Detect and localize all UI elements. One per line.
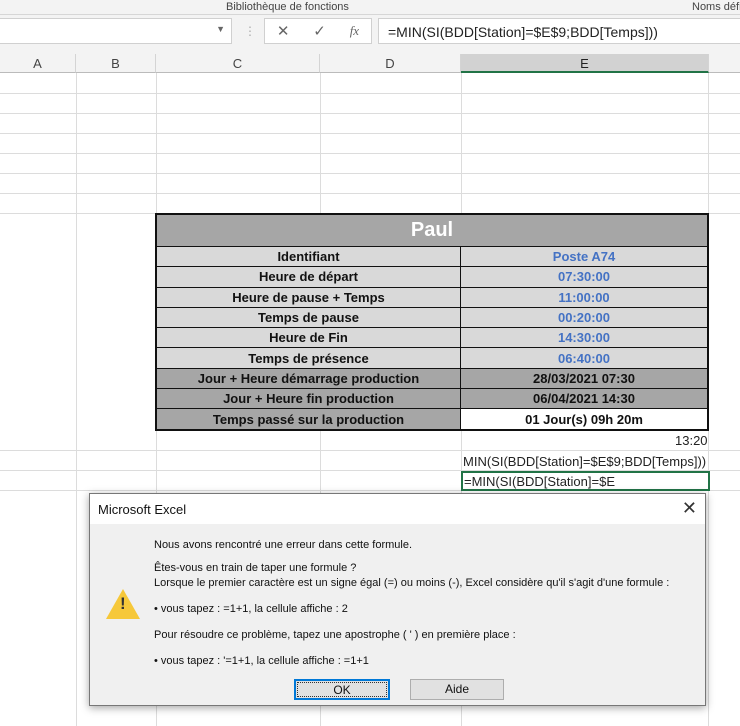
- table-row: Jour + Heure fin production 06/04/2021 14…: [157, 388, 707, 409]
- table-row: Jour + Heure démarrage production 28/03/2…: [157, 367, 707, 389]
- column-header-d[interactable]: D: [320, 54, 461, 73]
- column-header-e[interactable]: E: [461, 54, 709, 73]
- dialog-message: • vous tapez : =1+1, la cellule affiche …: [154, 603, 348, 615]
- close-icon[interactable]: ✕: [682, 498, 697, 519]
- dialog-message: Lorsque le premier caractère est un sign…: [154, 577, 670, 589]
- chevron-down-icon[interactable]: ▼: [216, 24, 225, 34]
- table-title: Paul: [157, 215, 707, 246]
- error-dialog: Microsoft Excel ✕ ! Nous avons rencontré…: [89, 493, 706, 706]
- enter-icon[interactable]: ✓: [313, 22, 326, 40]
- table-row: Identifiant Poste A74: [157, 246, 707, 267]
- table-row: Temps de présence 06:40:00: [157, 347, 707, 368]
- ok-button[interactable]: OK: [294, 679, 390, 700]
- column-header-b[interactable]: B: [76, 54, 156, 73]
- warning-icon: !: [106, 589, 140, 619]
- dialog-title: Microsoft Excel: [90, 494, 705, 524]
- column-header-c[interactable]: C: [156, 54, 320, 73]
- column-header-a[interactable]: A: [0, 54, 76, 73]
- table-row: Temps de pause 00:20:00: [157, 306, 707, 328]
- insert-function-icon[interactable]: fx: [350, 23, 359, 39]
- table-row: Heure de pause + Temps 11:00:00: [157, 286, 707, 307]
- formula-input[interactable]: =MIN(SI(BDD[Station]=$E$9;BDD[Temps])): [378, 18, 740, 44]
- dialog-message: • vous tapez : '=1+1, la cellule affiche…: [154, 655, 369, 667]
- column-header-f[interactable]: [709, 54, 740, 73]
- dialog-message: Êtes-vous en train de taper une formule …: [154, 562, 357, 574]
- cell-formula-text[interactable]: MIN(SI(BDD[Station]=$E$9;BDD[Temps])): [463, 454, 706, 469]
- summary-table: Paul Identifiant Poste A74 Heure de dépar…: [155, 213, 709, 431]
- cancel-icon[interactable]: ✕: [277, 22, 290, 40]
- ribbon-group-function-library: Bibliothèque de fonctions: [226, 1, 349, 13]
- name-box[interactable]: ▼: [0, 18, 232, 44]
- help-button[interactable]: Aide: [410, 679, 504, 700]
- formula-bar: ▼ ⋮ ✕ ✓ fx =MIN(SI(BDD[Station]=$E$9;BDD…: [0, 15, 740, 54]
- ribbon-group-names: Noms défi: [692, 1, 740, 13]
- table-row: Heure de départ 07:30:00: [157, 266, 707, 287]
- dialog-message: Pour résoudre ce problème, tapez une apo…: [154, 629, 516, 641]
- cell-editing[interactable]: =MIN(SI(BDD[Station]=$E: [461, 471, 710, 491]
- cell-time[interactable]: 13:20: [675, 433, 708, 448]
- table-row: Heure de Fin 14:30:00: [157, 327, 707, 348]
- ribbon-group-labels: Bibliothèque de fonctions Noms défi: [0, 0, 740, 15]
- table-row: Temps passé sur la production 01 Jour(s) …: [157, 408, 707, 429]
- drag-handle-icon[interactable]: ⋮: [244, 24, 256, 38]
- dialog-message: Nous avons rencontré une erreur dans cet…: [154, 539, 413, 551]
